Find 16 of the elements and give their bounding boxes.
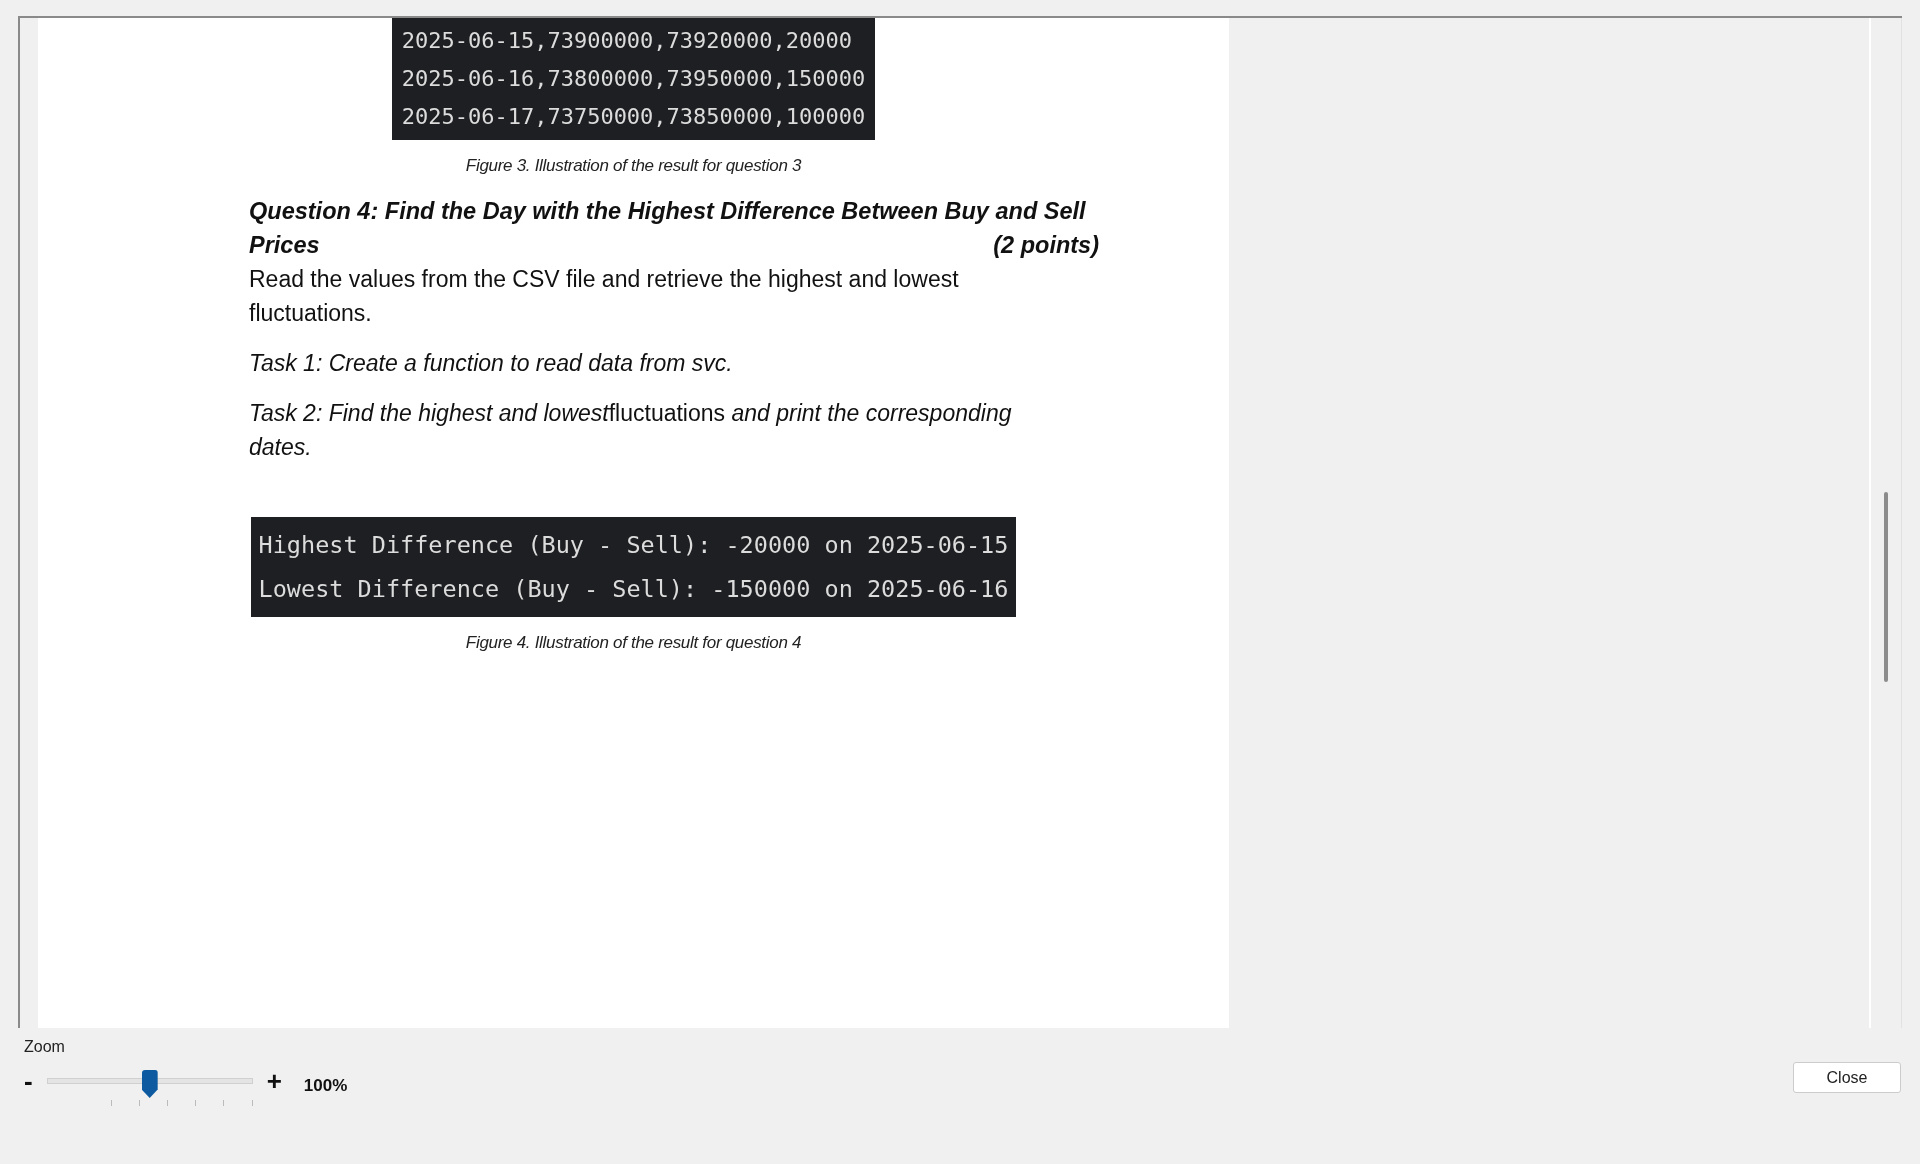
- zoom-label: Zoom: [24, 1038, 66, 1056]
- zoom-in-button[interactable]: +: [266, 1070, 282, 1092]
- task-text: Task 2: Find the highest and lowestfluctuations and print the corresponding dates.: [249, 399, 1013, 462]
- figure-caption: Figure 3. Illustration of the result for question 3: [465, 156, 802, 176]
- task-text: Task 1: Create a function to read data from svc.: [249, 349, 734, 378]
- slider-thumb[interactable]: [141, 1070, 158, 1098]
- question-heading: Question 4: Find the Day with the Highest Difference Between Buy and Sell Prices (2 points): [249, 197, 1100, 260]
- figure-caption: Figure 4. Illustration of the result for question 4: [465, 633, 802, 653]
- zoom-out-button[interactable]: -: [24, 1070, 33, 1092]
- paragraph: Read the values from the CSV file and retrieve the highest and lowest fluctuations.: [249, 265, 960, 328]
- zoom-slider[interactable]: [46, 1070, 253, 1106]
- zoom-percent: 100%: [303, 1076, 348, 1096]
- code-output: 2025-06-15,73900000,73920000,20000 2025-06-16,73800000,73950000,150000 2025-06-17,73750000,73850000,100000: [391, 18, 876, 140]
- close-button[interactable]: Close: [1793, 1062, 1901, 1093]
- code-output: Highest Difference (Buy - Sell): -20000 on 2025-06-15 Lowest Difference (Buy - Sell): -150000 on 2025-06-16: [250, 517, 1017, 617]
- scrollbar-thumb[interactable]: [1884, 492, 1888, 682]
